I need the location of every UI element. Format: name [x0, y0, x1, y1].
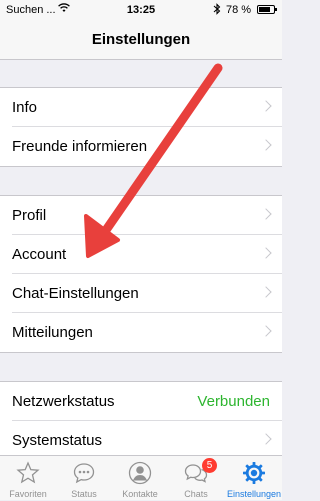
chevron-right-icon: [260, 247, 272, 259]
chevron-right-icon: [260, 286, 272, 298]
settings-row-profile[interactable]: Profil: [0, 196, 282, 235]
tab-bar: Favoriten Status Kontakte 5 Chats Einste…: [0, 455, 282, 500]
chevron-right-icon: [260, 139, 272, 151]
tab-chats[interactable]: 5 Chats: [168, 456, 224, 501]
page-title: Einstellungen: [91, 31, 191, 48]
tab-favorites[interactable]: Favoriten: [0, 456, 56, 501]
tab-contacts[interactable]: Kontakte: [112, 456, 168, 501]
row-label: Mitteilungen: [12, 324, 93, 341]
settings-row-network-status[interactable]: Netzwerkstatus Verbunden: [0, 382, 282, 421]
row-label: Info: [12, 99, 38, 116]
network-status-value: Verbunden: [197, 393, 270, 410]
settings-row-invite-friends[interactable]: Freunde informieren: [0, 127, 282, 166]
row-label: Systemstatus: [12, 432, 103, 449]
gear-icon: [243, 462, 265, 484]
chevron-right-icon: [260, 325, 272, 337]
settings-row-chat-settings[interactable]: Chat-Einstellungen: [0, 274, 282, 313]
tab-label: Status: [71, 489, 97, 499]
tab-settings[interactable]: Einstellungen: [226, 456, 282, 501]
group-separator: [0, 352, 282, 353]
row-label: Freunde informieren: [12, 138, 148, 155]
unread-badge: 5: [202, 458, 217, 473]
star-icon: [16, 461, 40, 484]
row-label: Account: [12, 246, 67, 263]
tab-label: Kontakte: [122, 489, 158, 499]
settings-row-notifications[interactable]: Mitteilungen: [0, 313, 282, 352]
navigation-bar: Einstellungen: [0, 20, 282, 60]
settings-row-account[interactable]: Account: [0, 235, 282, 274]
tab-label: Einstellungen: [226, 489, 282, 499]
settings-row-info[interactable]: Info: [0, 88, 282, 127]
row-label: Chat-Einstellungen: [12, 285, 139, 302]
chevron-right-icon: [260, 433, 272, 445]
tab-label: Chats: [184, 489, 208, 499]
tab-status[interactable]: Status: [56, 456, 112, 501]
row-label: Netzwerkstatus: [12, 393, 115, 410]
chevron-right-icon: [260, 100, 272, 112]
person-icon: [128, 461, 152, 485]
speech-bubble-dots-icon: [73, 463, 95, 484]
battery-percent: 78 %: [226, 4, 252, 16]
tab-label: Favoriten: [9, 489, 47, 499]
chevron-right-icon: [260, 208, 272, 220]
bluetooth-icon: [213, 3, 221, 15]
battery-icon: [257, 5, 277, 14]
status-bar: Suchen ... 13:25 78 %: [0, 0, 282, 20]
row-label: Profil: [12, 207, 47, 224]
group-separator: [0, 166, 282, 167]
